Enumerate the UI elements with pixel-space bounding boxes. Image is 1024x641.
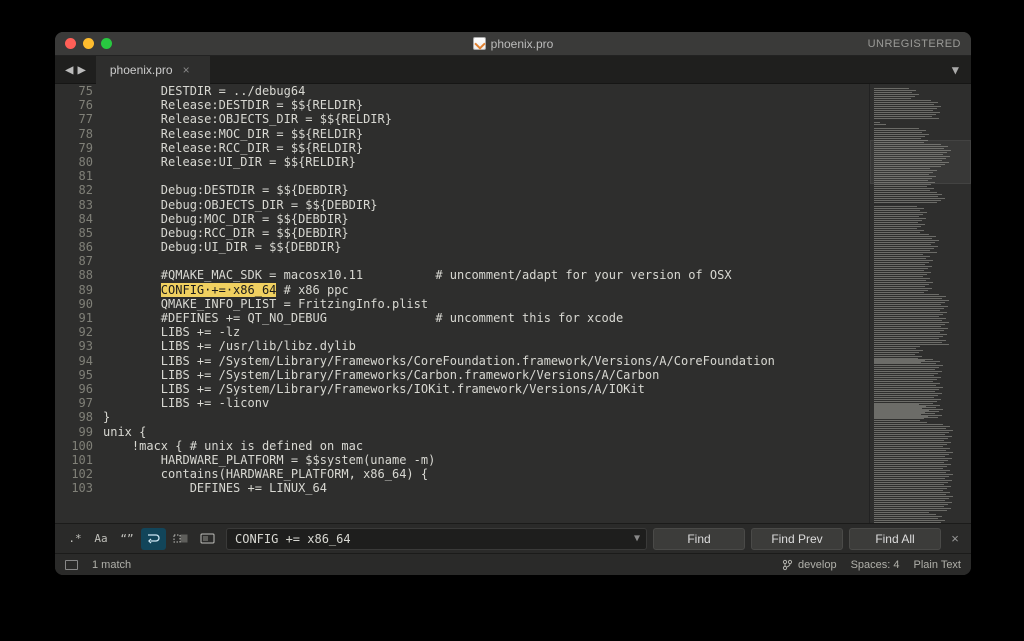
highlight-toggle[interactable]: [195, 528, 220, 550]
unregistered-label: UNREGISTERED: [868, 38, 961, 50]
line-gutter: 7576777879808182838485868788899091929394…: [55, 84, 103, 523]
regex-toggle[interactable]: .*: [63, 528, 87, 550]
tab-overflow-icon[interactable]: ▼: [952, 63, 959, 77]
file-icon: [473, 37, 486, 50]
zoom-window-button[interactable]: [101, 38, 112, 49]
console-icon[interactable]: [65, 560, 78, 570]
minimap-viewport[interactable]: [870, 140, 971, 184]
find-panel: .* Aa “” CONFIG += x86_64 ▼ Find Find Pr…: [55, 523, 971, 553]
find-all-button[interactable]: Find All: [849, 528, 941, 550]
minimap[interactable]: [869, 84, 971, 523]
find-history-dropdown-icon[interactable]: ▼: [634, 533, 640, 544]
branch-name: develop: [798, 559, 837, 571]
tab-label: phoenix.pro: [110, 63, 173, 77]
find-options: .* Aa “”: [63, 528, 220, 550]
nav-forward-icon[interactable]: ▶: [77, 62, 85, 78]
nav-back-icon[interactable]: ◀: [65, 62, 73, 78]
branch-indicator[interactable]: develop: [782, 559, 837, 571]
code-text[interactable]: DESTDIR = ../debug64 Release:DESTDIR = $…: [103, 84, 869, 523]
status-bar: 1 match develop Spaces: 4 Plain Text: [55, 553, 971, 575]
window-title-text: phoenix.pro: [491, 37, 554, 51]
find-button[interactable]: Find: [653, 528, 745, 550]
indent-indicator[interactable]: Spaces: 4: [851, 559, 900, 571]
tab-phoenix[interactable]: phoenix.pro ×: [96, 56, 210, 84]
find-close-icon[interactable]: ×: [947, 531, 963, 546]
tab-bar: ◀ ▶ phoenix.pro × ▼: [55, 56, 971, 84]
case-sensitive-toggle[interactable]: Aa: [89, 528, 113, 550]
syntax-indicator[interactable]: Plain Text: [914, 559, 962, 571]
match-count: 1 match: [92, 559, 131, 571]
find-input[interactable]: CONFIG += x86_64 ▼: [226, 528, 647, 550]
find-query-text: CONFIG += x86_64: [235, 532, 351, 546]
code-pane[interactable]: 7576777879808182838485868788899091929394…: [55, 84, 869, 523]
branch-icon: [782, 559, 793, 571]
editor-area: 7576777879808182838485868788899091929394…: [55, 84, 971, 523]
find-prev-button[interactable]: Find Prev: [751, 528, 843, 550]
in-selection-toggle[interactable]: [168, 528, 193, 550]
minimize-window-button[interactable]: [83, 38, 94, 49]
editor-window: phoenix.pro UNREGISTERED ◀ ▶ phoenix.pro…: [55, 32, 971, 575]
nav-arrows: ◀ ▶: [55, 62, 96, 78]
close-window-button[interactable]: [65, 38, 76, 49]
traffic-lights: [55, 38, 112, 49]
wrap-toggle[interactable]: [141, 528, 166, 550]
titlebar: phoenix.pro UNREGISTERED: [55, 32, 971, 56]
window-title: phoenix.pro: [55, 37, 971, 51]
tab-close-icon[interactable]: ×: [183, 63, 190, 77]
whole-word-toggle[interactable]: “”: [115, 528, 139, 550]
